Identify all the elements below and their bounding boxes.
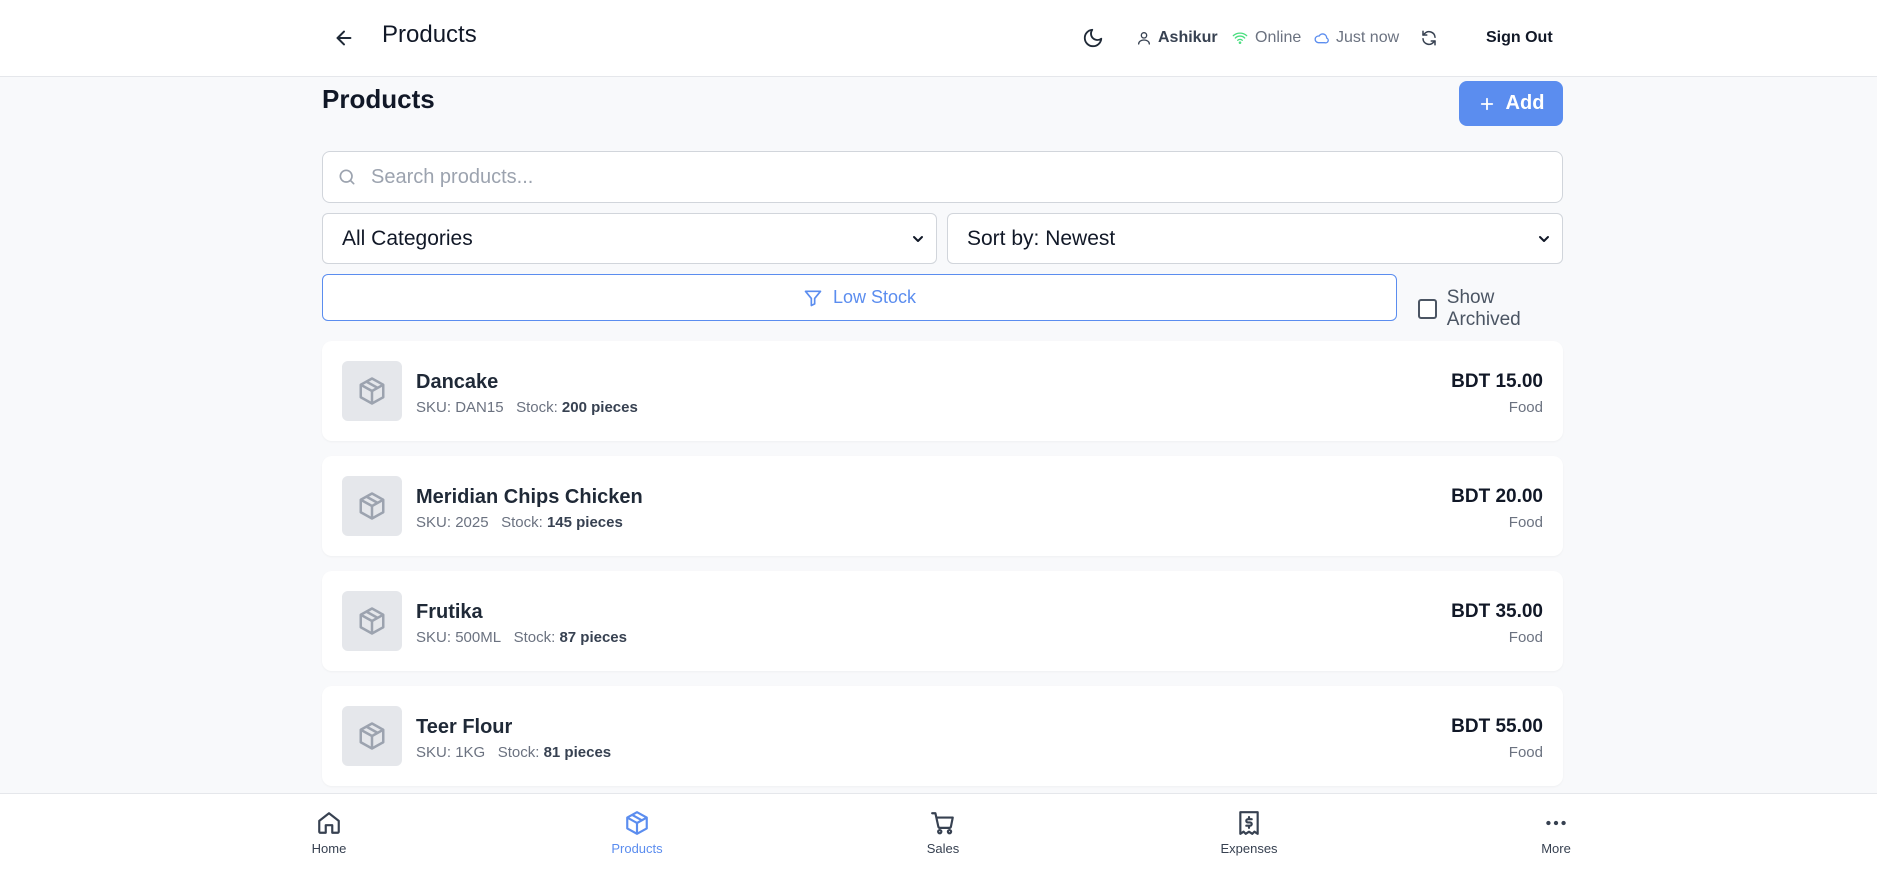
product-category: Food	[1508, 744, 1543, 761]
product-name: Teer Flour	[416, 716, 513, 738]
stock-label: Stock:	[497, 744, 540, 761]
nav-item-sales[interactable]: Sales	[903, 810, 983, 856]
search-box	[322, 151, 1563, 203]
home-icon	[318, 812, 340, 834]
nav-label: Sales	[926, 841, 960, 856]
product-category: Food	[1508, 399, 1543, 416]
product-meta: SKU: 500ML Stock: 87 pieces	[416, 629, 627, 646]
product-price: BDT 20.00	[1451, 486, 1543, 507]
product-name: Meridian Chips Chicken	[416, 486, 643, 508]
sync-status-text: Just now	[1336, 29, 1400, 46]
product-meta: SKU: 1KG Stock: 81 pieces	[416, 744, 611, 761]
product-category: Food	[1508, 629, 1543, 646]
more-icon	[1546, 820, 1566, 826]
box-icon	[359, 492, 385, 520]
product-card[interactable]: Frutika SKU: 500ML Stock: 87 pieces BDT …	[322, 571, 1563, 671]
show-archived-checkbox[interactable]	[1418, 299, 1437, 319]
section-title: Products	[322, 84, 435, 114]
show-archived-toggle[interactable]: Show Archived	[1418, 287, 1563, 331]
connection-status: Online	[1231, 0, 1301, 76]
arrow-left-icon	[336, 30, 352, 46]
product-sku: 2025	[455, 514, 489, 531]
sku-label: SKU:	[416, 629, 452, 646]
receipt-icon	[1239, 811, 1259, 835]
refresh-icon	[1422, 30, 1436, 46]
show-archived-label: Show Archived	[1446, 287, 1521, 330]
product-meta: SKU: DAN15 Stock: 200 pieces	[416, 399, 638, 416]
product-stock: 81 pieces	[543, 744, 612, 761]
product-thumbnail	[342, 361, 402, 421]
cart-icon	[931, 812, 954, 835]
product-sku: 500ML	[455, 629, 502, 646]
box-icon	[359, 377, 385, 405]
product-price: BDT 15.00	[1451, 371, 1543, 392]
box-icon	[359, 722, 385, 750]
box-icon	[626, 811, 648, 835]
sort-select-value: Sort by: Newest	[967, 226, 1116, 250]
moon-icon	[1083, 28, 1103, 48]
sku-label: SKU:	[416, 744, 452, 761]
search-input[interactable]	[371, 165, 1521, 189]
chevron-down-icon	[913, 235, 923, 242]
add-product-button[interactable]: Add	[1459, 81, 1563, 126]
user-menu[interactable]: Ashikur	[1136, 0, 1218, 76]
product-sku: DAN15	[455, 399, 504, 416]
page-title: Products	[382, 21, 477, 48]
plus-icon	[1480, 97, 1493, 110]
theme-toggle-button[interactable]	[1082, 0, 1104, 76]
nav-item-expenses[interactable]: Expenses	[1209, 810, 1289, 856]
back-button[interactable]	[328, 22, 360, 54]
category-select[interactable]: All Categories	[322, 213, 937, 264]
nav-label: Home	[311, 841, 347, 856]
box-icon	[359, 607, 385, 635]
chevron-down-icon	[1539, 235, 1549, 242]
stock-label: Stock:	[501, 514, 543, 531]
user-name: Ashikur	[1158, 29, 1218, 46]
refresh-button[interactable]	[1420, 0, 1438, 76]
top-bar: Products Ashikur Online Just now Sign Ou…	[0, 0, 1877, 77]
online-status-text: Online	[1255, 29, 1302, 46]
product-meta: SKU: 2025 Stock: 145 pieces	[416, 514, 623, 531]
filter-icon	[804, 290, 822, 306]
product-stock: 145 pieces	[546, 514, 623, 531]
search-icon	[337, 167, 357, 187]
low-stock-label: Low Stock	[832, 287, 917, 307]
nav-label: More	[1541, 841, 1571, 856]
product-thumbnail	[342, 591, 402, 651]
sku-label: SKU:	[416, 514, 452, 531]
stock-label: Stock:	[513, 629, 556, 646]
sync-status: Just now	[1312, 0, 1399, 76]
product-card[interactable]: Meridian Chips Chicken SKU: 2025 Stock: …	[322, 456, 1563, 556]
product-name: Dancake	[416, 371, 499, 393]
user-icon	[1138, 32, 1150, 45]
product-card[interactable]: Dancake SKU: DAN15 Stock: 200 pieces BDT…	[322, 341, 1563, 441]
nav-label: Expenses	[1220, 841, 1278, 856]
product-thumbnail	[342, 706, 402, 766]
nav-label: Products	[611, 841, 663, 856]
sku-label: SKU:	[416, 399, 452, 416]
product-thumbnail	[342, 476, 402, 536]
cloud-icon	[1314, 33, 1329, 44]
wifi-icon	[1232, 32, 1248, 44]
nav-item-home[interactable]: Home	[289, 810, 369, 856]
product-price: BDT 55.00	[1451, 716, 1543, 737]
stock-label: Stock:	[516, 399, 558, 416]
product-sku: 1KG	[455, 744, 486, 761]
product-category: Food	[1508, 514, 1543, 531]
product-card[interactable]: Teer Flour SKU: 1KG Stock: 81 pieces BDT…	[322, 686, 1563, 786]
nav-item-more[interactable]: More	[1516, 810, 1596, 856]
product-stock: 200 pieces	[561, 399, 638, 416]
sort-select[interactable]: Sort by: Newest	[947, 213, 1563, 264]
bottom-navigation: Home Products Sales Expenses More	[0, 793, 1877, 877]
add-button-label: Add	[1505, 92, 1545, 114]
product-price: BDT 35.00	[1451, 601, 1543, 622]
product-stock: 87 pieces	[559, 629, 627, 646]
category-select-value: All Categories	[342, 226, 473, 250]
low-stock-filter-button[interactable]: Low Stock	[322, 274, 1397, 321]
nav-item-products[interactable]: Products	[597, 810, 677, 856]
product-name: Frutika	[416, 601, 483, 623]
sign-out-button[interactable]: Sign Out	[1486, 0, 1553, 76]
